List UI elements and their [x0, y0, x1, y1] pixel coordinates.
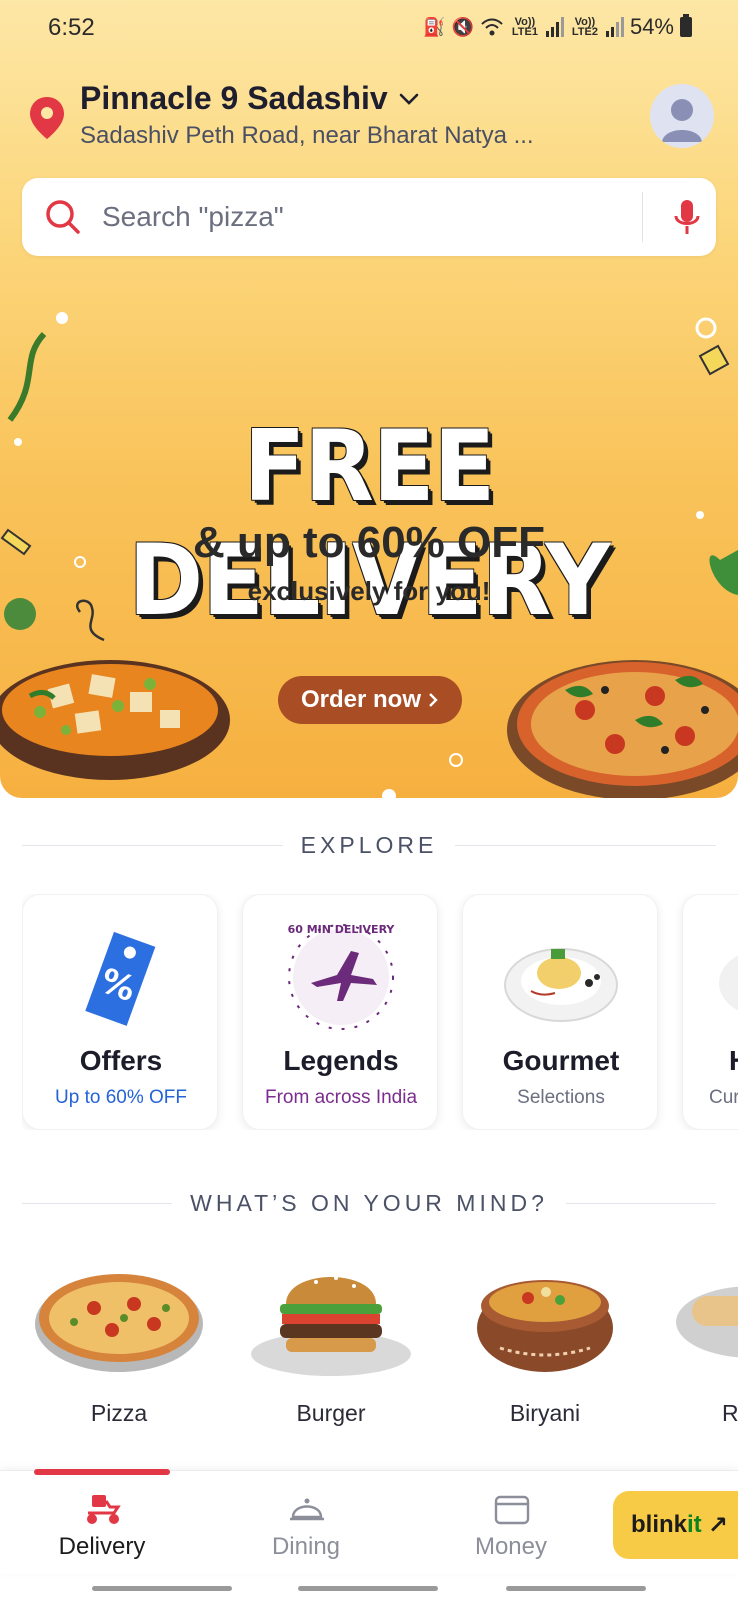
search-icon — [46, 200, 80, 234]
wallet-icon — [494, 1495, 530, 1525]
explore-title: EXPLORE — [300, 832, 438, 858]
mute-icon: 🔇 — [451, 16, 474, 37]
blinkit-button[interactable]: blinkit ↗ — [613, 1491, 738, 1559]
recycle-icon: ⛽ — [423, 16, 446, 37]
search-input[interactable] — [102, 196, 622, 238]
blinkit-text-accent: it — [687, 1511, 702, 1538]
card-title: Gourmet — [502, 1045, 620, 1076]
user-icon — [662, 99, 702, 142]
status-time: 6:52 — [48, 14, 95, 41]
tab-label: Delivery — [58, 1533, 146, 1560]
roll-image — [676, 1286, 738, 1358]
tab-dining[interactable]: Dining — [216, 1471, 396, 1575]
mind-header: WHAT’S ON YOUR MIND? — [22, 1190, 716, 1217]
scooter-icon — [87, 1495, 121, 1524]
gesture-bar — [506, 1586, 646, 1591]
banner-subtitle: & up to 60% OFF — [193, 518, 545, 567]
banner-subtitle-secondary: exclusively for you! — [247, 576, 491, 606]
mind-item-roll[interactable]: R — [658, 1258, 738, 1438]
burger-image — [251, 1276, 411, 1376]
battery-icon — [680, 14, 692, 37]
explore-card-gourmet[interactable]: Gourmet Selections — [462, 894, 658, 1130]
card-title: Legends — [283, 1045, 399, 1076]
paneer-curry-image — [0, 660, 230, 780]
airplane-icon: 60 MIN DELIVERY — [288, 923, 396, 1030]
explore-cards: % Offers Up to 60% OFF 60 MIN DELIVERY L… — [22, 894, 738, 1130]
dining-cloche-icon — [290, 1498, 324, 1521]
card-subtitle: From across India — [264, 1087, 418, 1108]
status-bar: 6:52 ⛽ 🔇 Vo)) LTE1 Vo)) LTE2 54% — [0, 0, 738, 56]
divider — [22, 845, 283, 846]
status-icons: ⛽ 🔇 Vo)) LTE1 Vo)) LTE2 54% — [423, 14, 692, 40]
location-address[interactable]: Sadashiv Peth Road, near Bharat Natya ..… — [80, 122, 560, 150]
card-title: Offers — [79, 1045, 163, 1076]
mind-item-label: R — [722, 1400, 738, 1426]
location-selector[interactable]: Pinnacle 9 Sadashiv — [80, 80, 420, 117]
tab-label: Money — [474, 1533, 548, 1560]
card-subtitle: Up to 60% OFF — [55, 1087, 187, 1108]
profile-avatar[interactable] — [650, 84, 714, 148]
pizza-image — [507, 660, 738, 798]
battery-percent: 54% — [629, 14, 674, 39]
search-bar[interactable] — [22, 178, 716, 256]
chevron-down-icon — [399, 93, 419, 105]
mind-items: Pizza Burger Biryani R — [0, 1258, 738, 1438]
search-divider — [642, 192, 643, 242]
signal-icon — [545, 17, 564, 37]
badge-text: 60 MIN DELIVERY — [288, 923, 396, 936]
order-now-button[interactable]: Order now — [278, 676, 462, 724]
location-pin-icon — [30, 97, 64, 139]
mind-item-biryani[interactable]: Biryani — [440, 1258, 640, 1438]
chevron-right-icon — [429, 693, 438, 707]
divider — [22, 1203, 173, 1204]
discount-tag-icon: % — [85, 931, 156, 1026]
explore-card-offers[interactable]: % Offers Up to 60% OFF — [22, 894, 218, 1130]
divider — [565, 1203, 716, 1204]
wifi-icon — [481, 18, 503, 36]
sim2-label: Vo)) LTE2 — [571, 16, 598, 38]
gesture-bar — [298, 1586, 438, 1591]
gesture-bar — [92, 1586, 232, 1591]
location-title: Pinnacle 9 Sadashiv — [80, 80, 388, 116]
sim1-label: Vo)) LTE1 — [511, 16, 538, 38]
tab-delivery[interactable]: Delivery — [12, 1471, 192, 1575]
gourmet-plate-icon — [504, 948, 618, 1022]
external-arrow-icon: ↗ — [707, 1511, 728, 1539]
divider — [455, 845, 716, 846]
biryani-image — [477, 1280, 613, 1372]
signal-icon — [605, 17, 624, 37]
card-subtitle: Cur — [709, 1087, 738, 1108]
explore-card-legends[interactable]: 60 MIN DELIVERY Legends From across Indi… — [242, 894, 438, 1130]
mind-title: WHAT’S ON YOUR MIND? — [190, 1190, 548, 1216]
microphone-icon[interactable] — [672, 198, 702, 236]
blinkit-logo: blinkit — [631, 1511, 702, 1539]
explore-header: EXPLORE — [22, 832, 716, 859]
mind-item-burger[interactable]: Burger — [226, 1258, 426, 1438]
explore-card-partial[interactable]: H Cur — [682, 894, 738, 1130]
mind-item-pizza[interactable]: Pizza — [14, 1258, 214, 1438]
mind-item-label: Biryani — [509, 1400, 581, 1426]
carousel-indicator[interactable] — [382, 789, 396, 798]
food-icon — [719, 955, 738, 1011]
mind-item-label: Pizza — [90, 1400, 148, 1426]
card-title: H — [683, 1045, 738, 1077]
pizza-image — [35, 1274, 203, 1372]
mind-item-label: Burger — [296, 1400, 366, 1426]
bottom-navigation: Delivery Dining Money blinkit ↗ — [0, 1469, 738, 1575]
tab-money[interactable]: Money — [421, 1471, 601, 1575]
hero-section: 6:52 ⛽ 🔇 Vo)) LTE1 Vo)) LTE2 54% Pinnacl… — [0, 0, 738, 798]
card-subtitle: Selections — [517, 1087, 605, 1108]
order-now-label: Order now — [300, 686, 421, 713]
tab-label: Dining — [271, 1533, 341, 1560]
blinkit-text: blink — [631, 1511, 688, 1538]
